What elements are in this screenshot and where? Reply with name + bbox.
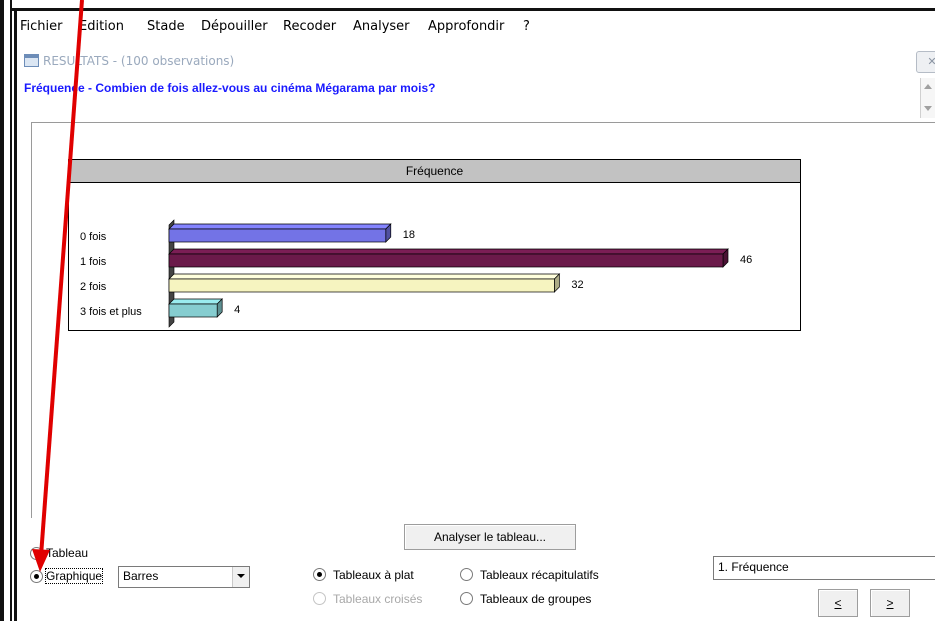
analyze-table-button[interactable]: Analyser le tableau... [404,524,576,550]
label-tableaux-a-plat[interactable]: Tableaux à plat [333,568,414,582]
bar-top [168,298,224,305]
label-tableaux-de-groupes[interactable]: Tableaux de groupes [480,592,591,606]
radio-tableaux-a-plat[interactable] [313,568,326,581]
table-select-value: 1. Fréquence [718,560,789,574]
label-tableaux-recapitulatifs[interactable]: Tableaux récapitulatifs [480,568,599,582]
category-label: 3 fois et plus [80,306,142,318]
chevron-down-icon[interactable] [232,567,249,587]
bar-top [168,273,561,280]
radio-tableaux-croises [313,592,326,605]
label-graphique[interactable]: Graphique [44,568,104,584]
label-tableaux-croises: Tableaux croisés [333,592,423,606]
category-label: 2 fois [80,281,107,293]
category-label: 1 fois [80,256,107,268]
radio-tableaux-de-groupes[interactable] [460,592,473,605]
graph-type-select[interactable]: Barres [118,566,250,588]
bar [168,253,724,268]
bar-top [168,248,729,255]
radio-tableau[interactable] [30,547,43,560]
bar [168,278,555,293]
data-label: 46 [740,254,752,266]
radio-graphique[interactable] [30,570,43,583]
bar-top [168,223,392,230]
graph-type-value: Barres [123,569,159,583]
category-label: 0 fois [80,231,107,243]
bar [168,303,218,318]
prev-button[interactable]: < [818,589,858,617]
data-label: 32 [571,279,583,291]
data-label: 18 [403,229,415,241]
radio-tableaux-recapitulatifs[interactable] [460,568,473,581]
label-tableau[interactable]: Tableau [46,546,88,560]
bar [168,228,387,243]
data-label: 4 [234,304,240,316]
table-select[interactable]: 1. Fréquence [713,556,935,580]
next-button[interactable]: > [870,589,910,617]
